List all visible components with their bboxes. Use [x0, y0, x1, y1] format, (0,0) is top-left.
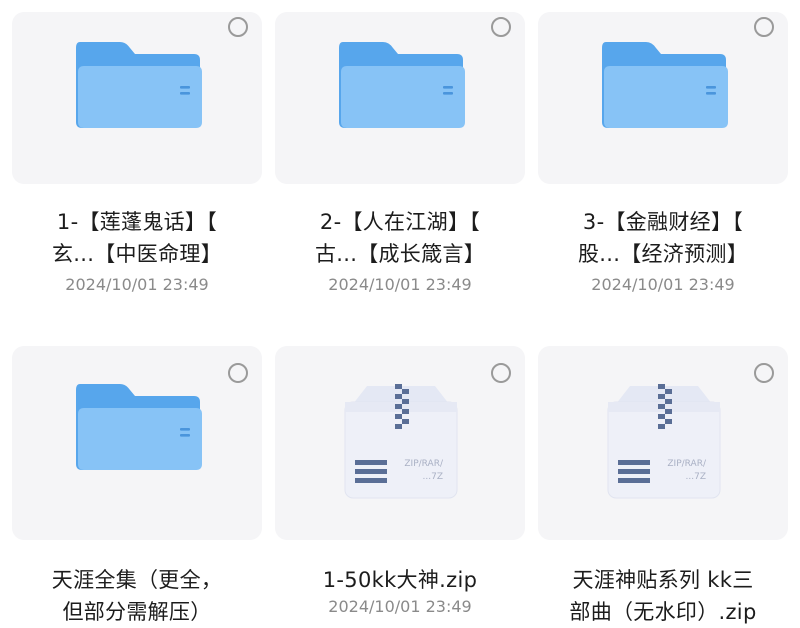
folder-icon	[74, 384, 202, 470]
file-caption: 3-【金融财经】【 股...【经济预测】 2024/10/01 23:49	[532, 206, 794, 296]
file-tile-folder-3[interactable]	[538, 12, 788, 184]
file-name[interactable]: 天涯神贴系列 kk三 部曲（无水印）.zip	[532, 564, 794, 628]
zip-archive-icon	[604, 382, 724, 500]
file-name[interactable]: 天涯全集（更全， 但部分需解压）	[6, 564, 268, 628]
file-name[interactable]: 1-50kk大神.zip	[269, 564, 531, 596]
file-name[interactable]: 3-【金融财经】【 股...【经济预测】	[532, 206, 794, 270]
folder-icon	[337, 42, 465, 128]
file-date: 2024/10/01 23:49	[328, 597, 472, 616]
zip-archive-icon	[341, 382, 461, 500]
file-tile-folder-4[interactable]	[12, 346, 262, 540]
select-checkbox[interactable]	[228, 17, 248, 37]
file-tile-zip-1[interactable]	[275, 346, 525, 540]
folder-icon	[74, 42, 202, 128]
file-date: 2024/10/01 23:49	[328, 275, 472, 294]
file-caption: 天涯神贴系列 kk三 部曲（无水印）.zip	[532, 564, 794, 628]
file-tile-zip-2[interactable]	[538, 346, 788, 540]
file-caption: 1-【莲蓬鬼话】【 玄...【中医命理】 2024/10/01 23:49	[6, 206, 268, 296]
select-checkbox[interactable]	[491, 363, 511, 383]
file-caption: 2-【人在江湖】【 古...【成长箴言】 2024/10/01 23:49	[269, 206, 531, 296]
select-checkbox[interactable]	[228, 363, 248, 383]
file-tile-folder-2[interactable]	[275, 12, 525, 184]
select-checkbox[interactable]	[491, 17, 511, 37]
file-tile-folder-1[interactable]	[12, 12, 262, 184]
folder-icon	[600, 42, 728, 128]
file-date: 2024/10/01 23:49	[591, 275, 735, 294]
file-caption: 天涯全集（更全， 但部分需解压）	[6, 564, 268, 628]
file-date: 2024/10/01 23:49	[65, 275, 209, 294]
file-caption: 1-50kk大神.zip 2024/10/01 23:49	[269, 564, 531, 618]
file-name[interactable]: 2-【人在江湖】【 古...【成长箴言】	[269, 206, 531, 270]
file-name[interactable]: 1-【莲蓬鬼话】【 玄...【中医命理】	[6, 206, 268, 270]
select-checkbox[interactable]	[754, 363, 774, 383]
select-checkbox[interactable]	[754, 17, 774, 37]
